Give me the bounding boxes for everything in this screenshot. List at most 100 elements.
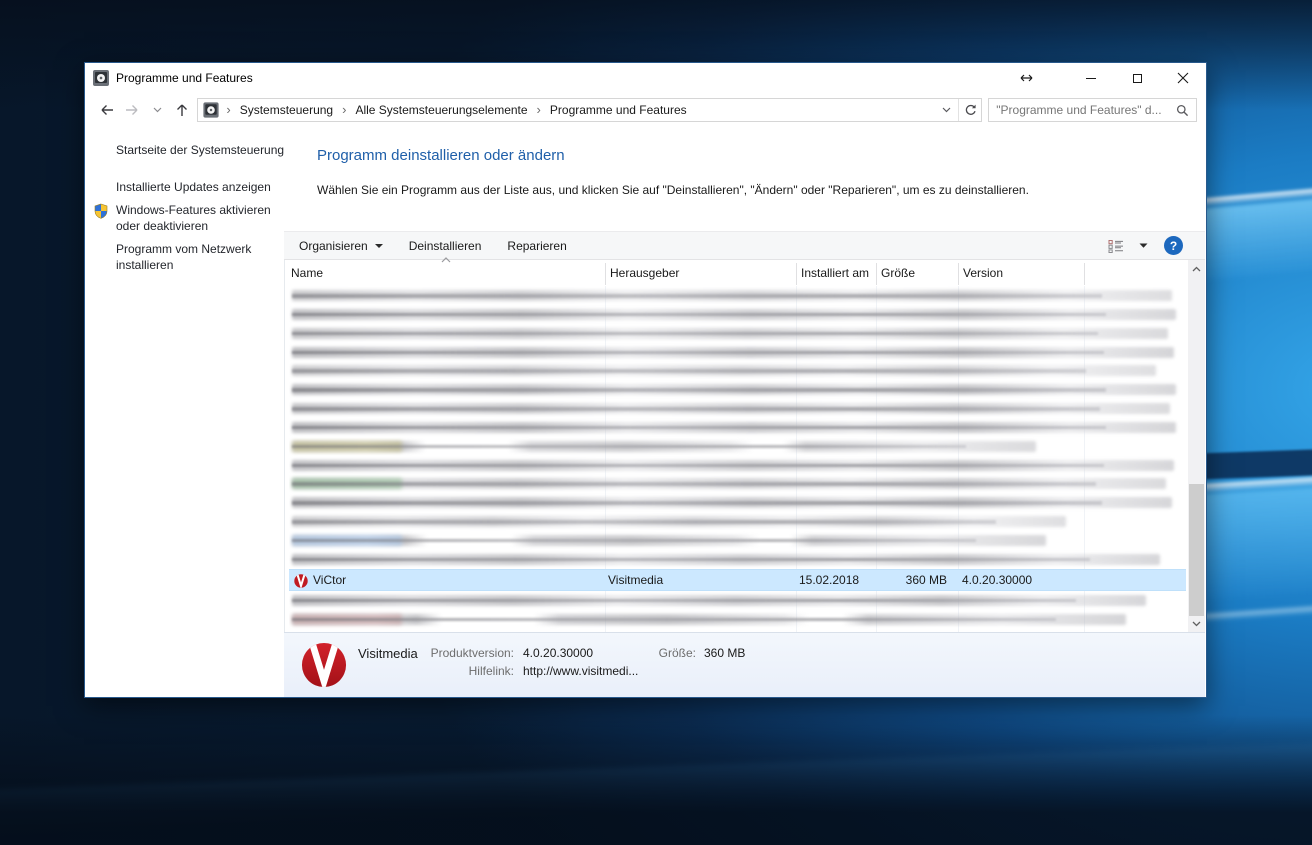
redacted-program-row[interactable] [289,550,1186,569]
column-header-installiert-am[interactable]: Installiert am [801,266,869,280]
sidebar-item-installierte-updates[interactable]: Installierte Updates anzeigen [116,180,284,196]
help-link-value[interactable]: http://www.visitmedi... [523,664,638,678]
column-header-version[interactable]: Version [963,266,1003,280]
forward-button[interactable] [120,98,145,122]
list-view-icon [1108,239,1123,253]
size-label: Größe: [658,646,696,660]
redacted-program-row[interactable] [289,591,1186,610]
redacted-program-row[interactable] [289,324,1186,343]
page-description: Wählen Sie ein Programm aus der Liste au… [317,183,1029,197]
column-separator[interactable] [1084,263,1085,285]
program-icon [292,534,402,546]
product-version-label: Produktversion: [430,646,514,660]
chevron-down-icon [153,107,162,113]
search-icon [1176,104,1189,116]
minimize-button[interactable] [1068,63,1114,93]
sidebar-item-label: Programm vom Netzwerk installieren [116,242,252,272]
uninstall-button[interactable]: Deinstallieren [409,239,482,253]
chevron-right-icon: › [226,102,231,117]
navigation-bar: › Systemsteuerung › Alle Systemsteuerung… [85,93,1206,127]
horizontal-resize-button[interactable] [1003,63,1049,93]
redacted-program-row[interactable] [289,380,1186,399]
maximize-button[interactable] [1114,63,1160,93]
refresh-button[interactable] [958,99,981,121]
program-name: ViCtor [313,572,347,587]
column-header-herausgeber[interactable]: Herausgeber [610,266,679,280]
selected-program-row-victor[interactable]: ViCtor Visitmedia 15.02.2018 360 MB 4.0.… [289,568,1186,591]
arrow-right-icon [126,105,138,115]
column-separator[interactable] [796,263,797,285]
size-value: 360 MB [704,646,746,660]
titlebar[interactable]: Programme und Features [85,63,1206,93]
chevron-right-icon: › [342,102,347,117]
program-publisher: Visitmedia [608,572,664,587]
maximize-icon [1132,73,1142,83]
sidebar-item-windows-features[interactable]: Windows-Features aktivieren oder deaktiv… [94,203,286,234]
program-icon [292,440,402,452]
redacted-program-row[interactable] [289,399,1186,418]
recent-pages-dropdown[interactable] [145,98,170,122]
chevron-down-icon[interactable] [1139,243,1148,249]
help-link-label: Hilfelink: [468,664,514,678]
chevron-down-icon [374,243,383,248]
redacted-program-row[interactable] [289,361,1186,380]
help-button[interactable]: ? [1164,236,1183,255]
redacted-program-row[interactable] [289,418,1186,437]
organize-button[interactable]: Organisieren [299,239,383,253]
sidebar-task-pane: Startseite der Systemsteuerung Installie… [85,127,284,697]
column-separator[interactable] [876,263,877,285]
chevron-right-icon: › [536,102,541,117]
scrollbar-thumb[interactable] [1189,484,1204,616]
back-button[interactable] [95,98,120,122]
search-input[interactable]: "Programme und Features" d... [988,98,1198,122]
column-header-groesse[interactable]: Größe [881,266,915,280]
redacted-program-row[interactable] [289,305,1186,324]
column-separator[interactable] [605,263,606,285]
close-icon [1177,72,1189,84]
column-separator[interactable] [958,263,959,285]
column-header-name[interactable]: Name [291,266,323,280]
column-header-row: Name Herausgeber Installiert am Größe Ve… [289,257,1186,286]
redacted-program-row[interactable] [289,437,1186,456]
scroll-down-button[interactable] [1188,615,1205,632]
panel-divider [284,231,285,697]
arrow-up-icon [176,104,187,116]
organize-label: Organisieren [299,238,368,253]
redacted-program-row[interactable] [289,343,1186,362]
address-dropdown-button[interactable] [935,99,958,121]
address-location-icon [203,102,219,118]
up-button[interactable] [170,98,195,122]
redacted-program-row[interactable] [289,456,1186,475]
toolbar-right-controls: ? [1108,236,1183,255]
address-bar[interactable]: › Systemsteuerung › Alle Systemsteuerung… [197,98,983,122]
visitmedia-logo [301,642,347,688]
uac-shield-icon [93,203,109,219]
breadcrumb-item-programme-und-features[interactable]: Programme und Features [548,103,689,117]
chevron-up-icon [1192,266,1201,271]
wallpaper-shade [0,715,1312,845]
arrow-left-icon [101,105,114,115]
sidebar-item-startseite[interactable]: Startseite der Systemsteuerung [116,143,284,159]
breadcrumb-item-alle-elemente[interactable]: Alle Systemsteuerungselemente [353,103,529,117]
change-view-button[interactable] [1108,239,1125,253]
sidebar-item-programm-vom-netzwerk[interactable]: Programm vom Netzwerk installieren [116,242,286,273]
programs-and-features-window: Programme und Features › Systemsteuerung… [84,62,1207,698]
redacted-program-row[interactable] [289,474,1186,493]
close-button[interactable] [1160,63,1206,93]
repair-button[interactable]: Reparieren [507,239,566,253]
redacted-program-row[interactable] [289,286,1186,305]
vertical-scrollbar[interactable] [1188,260,1205,632]
breadcrumb-item-systemsteuerung[interactable]: Systemsteuerung [238,103,335,117]
redacted-program-row[interactable] [289,512,1186,531]
redacted-program-row[interactable] [289,493,1186,512]
window-body: Startseite der Systemsteuerung Installie… [85,127,1206,697]
command-toolbar: Organisieren Deinstallieren Reparieren ? [284,231,1205,260]
details-pane: Visitmedia Produktversion: 4.0.20.30000 … [284,632,1205,697]
redacted-program-row[interactable] [289,610,1186,629]
main-content: Programm deinstallieren oder ändern Wähl… [284,127,1206,697]
scroll-up-button[interactable] [1188,260,1205,277]
redacted-program-row[interactable] [289,531,1186,550]
program-version: 4.0.20.30000 [962,572,1033,587]
sidebar-item-label: Windows-Features aktivieren oder deaktiv… [116,203,271,233]
sort-ascending-icon [441,257,451,263]
